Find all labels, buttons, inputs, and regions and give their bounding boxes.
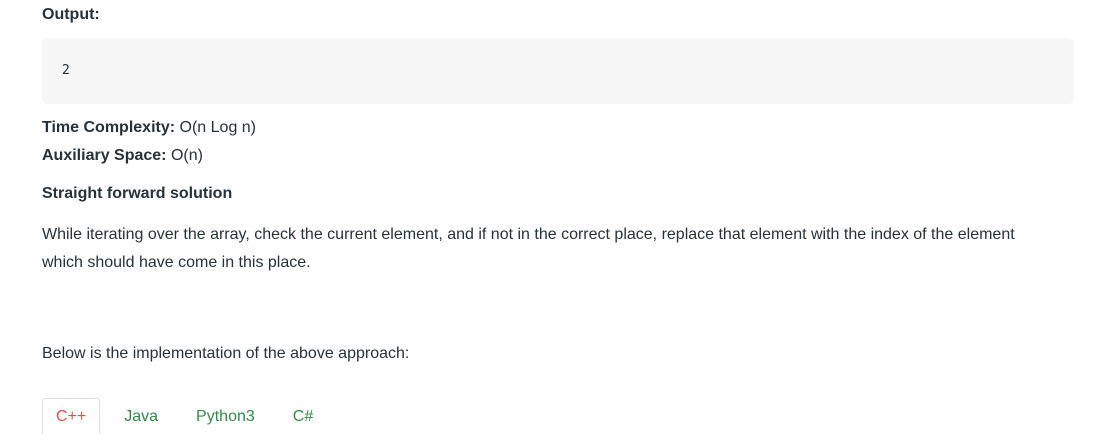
time-complexity-label: Time Complexity:: [42, 119, 176, 136]
solution-description: While iterating over the array, check th…: [42, 226, 1015, 271]
tab-cpp[interactable]: C++: [42, 398, 101, 434]
tab-python3[interactable]: Python3: [182, 398, 269, 434]
tab-java[interactable]: Java: [110, 398, 172, 434]
time-complexity-line: Time Complexity: O(n Log n): [42, 119, 256, 137]
output-value: 2: [62, 63, 70, 78]
output-code-block: 2: [42, 38, 1074, 104]
section-heading: Straight forward solution: [42, 185, 233, 202]
time-complexity-value: O(n Log n): [175, 119, 257, 136]
auxiliary-space-value: O(n): [166, 147, 203, 164]
tab-csharp[interactable]: C#: [279, 398, 327, 434]
auxiliary-space-line: Auxiliary Space: O(n): [42, 147, 203, 165]
auxiliary-space-label: Auxiliary Space:: [42, 147, 167, 164]
language-tabs: C++ Java Python3 C#: [42, 398, 337, 434]
output-label: Output:: [42, 6, 100, 23]
implementation-intro: Below is the implementation of the above…: [42, 345, 410, 362]
